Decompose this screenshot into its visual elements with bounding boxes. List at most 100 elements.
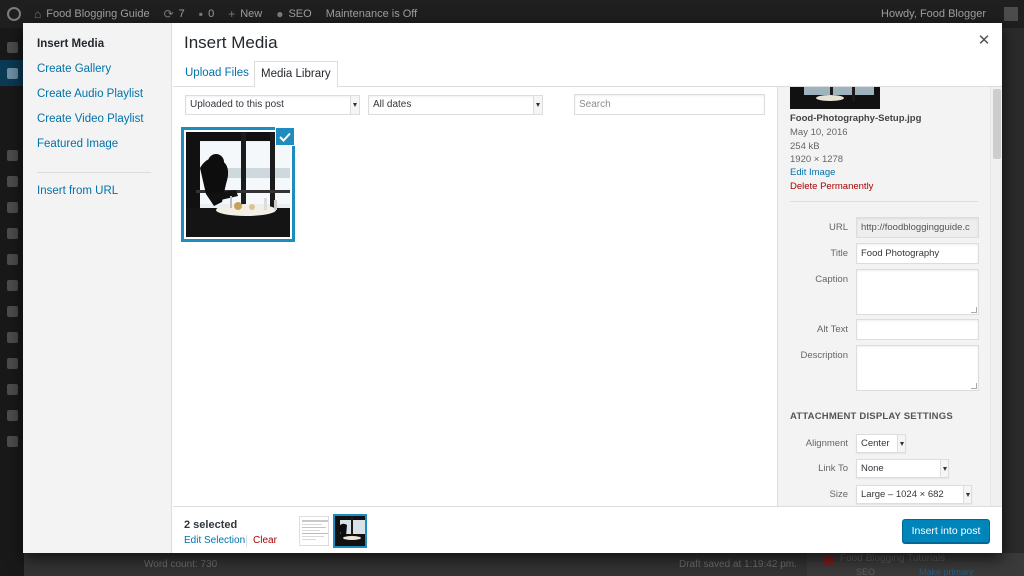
close-icon[interactable]: ✕: [976, 33, 992, 49]
submenu-stub: [0, 114, 24, 128]
size-label: Size: [829, 489, 848, 500]
alignment-select[interactable]: Center: [856, 434, 906, 453]
attachments-browser: Uploaded to this post All dates: [173, 87, 777, 506]
tools-menu-icon[interactable]: [0, 324, 24, 350]
attachment-dimensions: 1920 × 1278: [790, 154, 844, 165]
divider: [790, 201, 978, 202]
media-type-filter[interactable]: Uploaded to this post: [185, 95, 360, 115]
dashboard-menu-icon[interactable]: [0, 34, 24, 60]
caption-label: Caption: [815, 274, 848, 285]
link-to-label: Link To: [818, 463, 848, 474]
insert-into-post-button[interactable]: Insert into post: [902, 519, 990, 543]
submenu-stub: [0, 86, 24, 100]
plugin-menu-icon[interactable]: [0, 402, 24, 428]
modal-title: Insert Media: [184, 33, 278, 52]
settings-menu-icon[interactable]: [0, 350, 24, 376]
attachment-filesize: 254 kB: [790, 141, 820, 152]
menu-separator: [37, 172, 151, 173]
category-seo-label: SEO: [856, 567, 876, 576]
chevron-down-icon: [533, 96, 542, 114]
edit-selection-link[interactable]: Edit Selection: [184, 535, 245, 546]
word-count: Word count: 730: [144, 559, 218, 570]
link-to-select[interactable]: None: [856, 459, 949, 478]
menu-item-insert-from-url[interactable]: Insert from URL: [23, 184, 171, 209]
media-menu-icon[interactable]: [0, 142, 24, 168]
description-field[interactable]: [856, 345, 979, 391]
chevron-down-icon: [897, 435, 905, 452]
search-input[interactable]: [574, 94, 765, 115]
selection-count: 2 selected: [184, 519, 238, 531]
account-menu[interactable]: Howdy, Food Blogger: [881, 8, 986, 20]
url-label: URL: [828, 222, 848, 233]
home-icon: ⌂: [34, 7, 42, 21]
size-select[interactable]: Large – 1024 × 682: [856, 485, 972, 504]
comment-icon: ▪: [198, 7, 204, 21]
title-label: Title: [830, 248, 848, 259]
menu-item-create-video-playlist[interactable]: Create Video Playlist: [23, 112, 171, 137]
avatar[interactable]: [1004, 7, 1018, 21]
media-modal: Insert Media Create Gallery Create Audio…: [23, 23, 1002, 553]
attachment-filename: Food-Photography-Setup.jpg: [790, 113, 922, 124]
posts-menu-icon[interactable]: [0, 60, 24, 86]
details-thumbnail-image: [790, 87, 880, 109]
maintenance-status[interactable]: Maintenance is Off: [326, 8, 418, 20]
users-menu-icon[interactable]: [0, 298, 24, 324]
description-label: Description: [800, 350, 848, 361]
menu-item-featured-image[interactable]: Featured Image: [23, 137, 171, 162]
seo-menu-icon[interactable]: [0, 220, 24, 246]
alt-text-field[interactable]: [856, 319, 979, 340]
pages-menu-icon[interactable]: [0, 168, 24, 194]
selection-thumbnail-active[interactable]: [333, 514, 367, 548]
tab-upload-files[interactable]: Upload Files: [179, 61, 255, 87]
selection-thumbnail[interactable]: [299, 516, 329, 546]
chevron-down-icon: [350, 96, 359, 114]
clear-selection-link[interactable]: Clear: [253, 535, 277, 546]
updates-link[interactable]: ⟳ 7: [164, 7, 185, 21]
category-label: Food Blogging Tutorials: [840, 553, 946, 564]
selected-check-icon[interactable]: [275, 127, 295, 146]
collapse-menu-icon[interactable]: [0, 428, 24, 454]
submenu-stub: [0, 100, 24, 114]
comments-link[interactable]: ▪ 0: [199, 7, 214, 21]
delete-permanently-link[interactable]: Delete Permanently: [790, 181, 873, 192]
draft-saved-status: Draft saved at 1:19:42 pm.: [679, 559, 797, 570]
site-name-link[interactable]: ⌂ Food Blogging Guide: [34, 7, 150, 21]
modal-title-bar: Insert Media ✕: [173, 23, 1002, 61]
edit-image-link[interactable]: Edit Image: [790, 167, 835, 178]
tab-media-library[interactable]: Media Library: [254, 61, 338, 88]
chevron-down-icon: [940, 460, 948, 477]
display-settings-heading: Attachment Display Settings: [790, 411, 953, 422]
plugin-menu-icon[interactable]: [0, 376, 24, 402]
attachment-details-sidebar: Food-Photography-Setup.jpg May 10, 2016 …: [777, 87, 1002, 506]
scrollbar-thumb[interactable]: [993, 89, 1001, 159]
refresh-icon: ⟳: [163, 7, 174, 21]
menu-item-create-gallery[interactable]: Create Gallery: [23, 62, 171, 87]
chevron-down-icon: [963, 486, 971, 503]
attachment-date: May 10, 2016: [790, 127, 848, 138]
date-filter[interactable]: All dates: [368, 95, 543, 115]
plus-icon: +: [228, 7, 236, 21]
alt-text-label: Alt Text: [817, 324, 848, 335]
photo-thumbnail-image: [186, 132, 290, 237]
url-field[interactable]: http://foodbloggingguide.c: [856, 217, 979, 238]
title-field[interactable]: Food Photography: [856, 243, 979, 264]
make-primary-link[interactable]: Make primary: [919, 567, 974, 576]
new-content-link[interactable]: + New: [228, 7, 262, 21]
seo-link[interactable]: ● SEO: [276, 7, 311, 21]
media-toolbar: 2 selected Edit Selection Clear Insert i…: [173, 506, 1002, 553]
wordpress-logo-icon[interactable]: [0, 7, 28, 21]
menu-item-create-audio-playlist[interactable]: Create Audio Playlist: [23, 87, 171, 112]
category-checkbox[interactable]: [824, 555, 834, 565]
sidebar-scrollbar[interactable]: [990, 87, 1002, 506]
attachment-thumbnail[interactable]: [181, 127, 295, 242]
comments-menu-icon[interactable]: [0, 194, 24, 220]
admin-menu: [0, 28, 24, 576]
divider: [246, 535, 247, 547]
plugins-menu-icon[interactable]: [0, 272, 24, 298]
menu-item-insert-media[interactable]: Insert Media: [23, 37, 171, 62]
caption-field[interactable]: [856, 269, 979, 315]
alignment-label: Alignment: [805, 438, 848, 449]
submenu-stub: [0, 128, 24, 142]
editor-footer: Word count: 730 Draft saved at 1:19:42 p…: [24, 553, 1024, 576]
appearance-menu-icon[interactable]: [0, 246, 24, 272]
